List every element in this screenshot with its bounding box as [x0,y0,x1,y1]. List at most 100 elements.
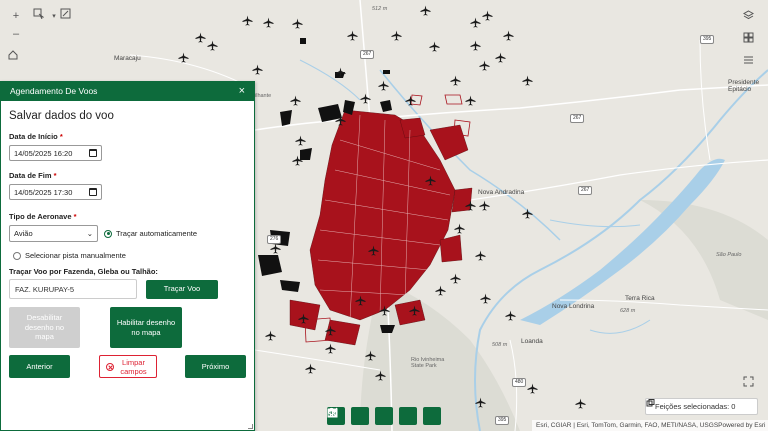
start-date-input[interactable]: 14/05/2025 16:20 [9,145,102,161]
flight-scheduling-panel: Agendamento De Voos × Salvar dados do vo… [0,81,255,431]
airplane-icon [420,5,431,16]
airplane-icon [391,30,402,41]
airplane-icon [265,330,276,341]
panel-header-title: Agendamento De Voos [10,86,98,96]
radio-unchecked-icon[interactable] [13,251,21,260]
end-date-input[interactable]: 14/05/2025 17:30 [9,184,102,200]
airplane-icon [479,200,490,211]
zoom-out-button[interactable]: – [8,26,24,42]
resize-handle[interactable] [248,424,253,429]
home-icon [8,50,18,60]
highway-shield: 267 [578,186,593,195]
airplane-icon [465,200,476,211]
calendar-icon [89,188,97,196]
open-folder-button[interactable] [327,407,393,425]
map-label-nova-londrina: Nova Londrina [552,303,595,310]
airplane-icon [242,15,253,26]
highway-shield: 480 [512,378,527,387]
basemap-gallery-button[interactable] [743,32,759,48]
upload-button[interactable] [329,407,417,425]
powered-by-link[interactable]: Powered by Esri [718,422,765,429]
search-button[interactable] [327,407,369,425]
airplane-icon [347,30,358,41]
map-label-presidente-epitacio: Presidente Epitácio [728,79,760,94]
attribution-text: Esri, CGIAR | Esri, TomTom, Garmin, FAO,… [536,422,719,429]
start-date-value: 14/05/2025 16:20 [14,148,73,158]
airplane-icon [375,370,386,381]
map-label-terra-rica: Terra Rica [625,295,655,302]
airplane-icon [450,273,461,284]
selection-icon [646,399,655,407]
panel-body: Salvar dados do voo Data de Início * 14/… [1,110,254,378]
airplane-icon [207,40,218,51]
airplane-icon [505,310,516,321]
airplane-icon [475,397,486,408]
edit-export-button[interactable] [327,407,441,425]
expand-button[interactable] [743,376,759,392]
highway-shield: 276 [267,235,282,244]
airplane-icon [575,398,586,409]
next-button[interactable]: Próximo [185,355,246,378]
airplane-icon [475,250,486,261]
airplane-icon [425,175,436,186]
selected-features-button[interactable]: Feições selecionadas: 0 [645,398,758,415]
airplane-icon [522,75,533,86]
panel-title: Salvar dados do voo [9,110,114,122]
map-label-loanda: Loanda [521,338,543,345]
airplane-icon [480,293,491,304]
map-label-ilhante: ilhante [255,93,272,99]
extent-icon [60,8,71,19]
farm-search-input[interactable]: FAZ. KURUPAY-5 [9,279,137,299]
airplane-icon [305,363,316,374]
trace-flight-button[interactable]: Traçar Voo [146,279,218,299]
zoom-in-button[interactable]: + [8,8,24,24]
disable-drawing-button[interactable]: Desabilitar desenho no mapa [9,307,80,348]
home-button[interactable] [8,50,24,66]
auto-trace-option[interactable]: Traçar automaticamente [104,229,197,238]
airplane-icon [482,10,493,21]
map-label-elev-628: 628 m [620,308,636,314]
airplane-icon [503,30,514,41]
airplane-icon [368,245,379,256]
chevron-down-icon: ⌄ [86,229,93,238]
map-label-rio-ivinheima: Rio Ivinheima State Park [411,357,445,370]
farm-search-value: FAZ. KURUPAY-5 [15,284,75,294]
airplane-icon [495,52,506,63]
airplane-icon [263,17,274,28]
panel-header: Agendamento De Voos × [1,81,254,101]
grid-icon [743,32,754,43]
highway-shield: 395 [700,35,715,44]
airplane-icon [470,40,481,51]
manual-runway-option[interactable]: Selecionar pista manualmente [13,251,246,260]
airplane-icon [195,32,206,43]
legend-icon [744,56,753,64]
aircraft-type-select[interactable]: Avião ⌄ [9,225,98,242]
airplane-icon [178,52,189,63]
fullscreen-extent-button[interactable] [60,8,76,24]
start-date-label: Data de Início * [9,132,63,141]
map-label-nova-andradina: Nova Andradina [478,189,525,196]
airplane-icon [335,67,346,78]
calendar-icon [89,149,97,157]
clear-x-icon [105,362,114,371]
airplane-icon [298,313,309,324]
manual-runway-label: Selecionar pista manualmente [25,251,126,260]
auto-trace-label: Traçar automaticamente [116,229,198,238]
airplane-icon [325,325,336,336]
close-icon[interactable]: × [239,85,245,97]
airplane-icon [429,41,440,52]
map-label-elev-512: 512 m [372,6,388,12]
airplane-icon [527,383,538,394]
map-label-elev-508: 508 m [492,342,508,348]
select-icon [33,8,44,19]
airplane-icon [360,93,371,104]
map-label-sao-paulo: São Paulo [716,252,742,258]
clear-fields-button[interactable]: Limpar campos [98,355,157,378]
highway-shield: 395 [495,416,510,425]
radio-checked-icon[interactable] [104,229,112,238]
airplane-icon [365,350,376,361]
enable-drawing-button[interactable]: Habilitar desenho no mapa [110,307,182,348]
layers-button[interactable] [743,10,759,26]
previous-button[interactable]: Anterior [9,355,70,378]
legend-button[interactable] [743,54,759,70]
